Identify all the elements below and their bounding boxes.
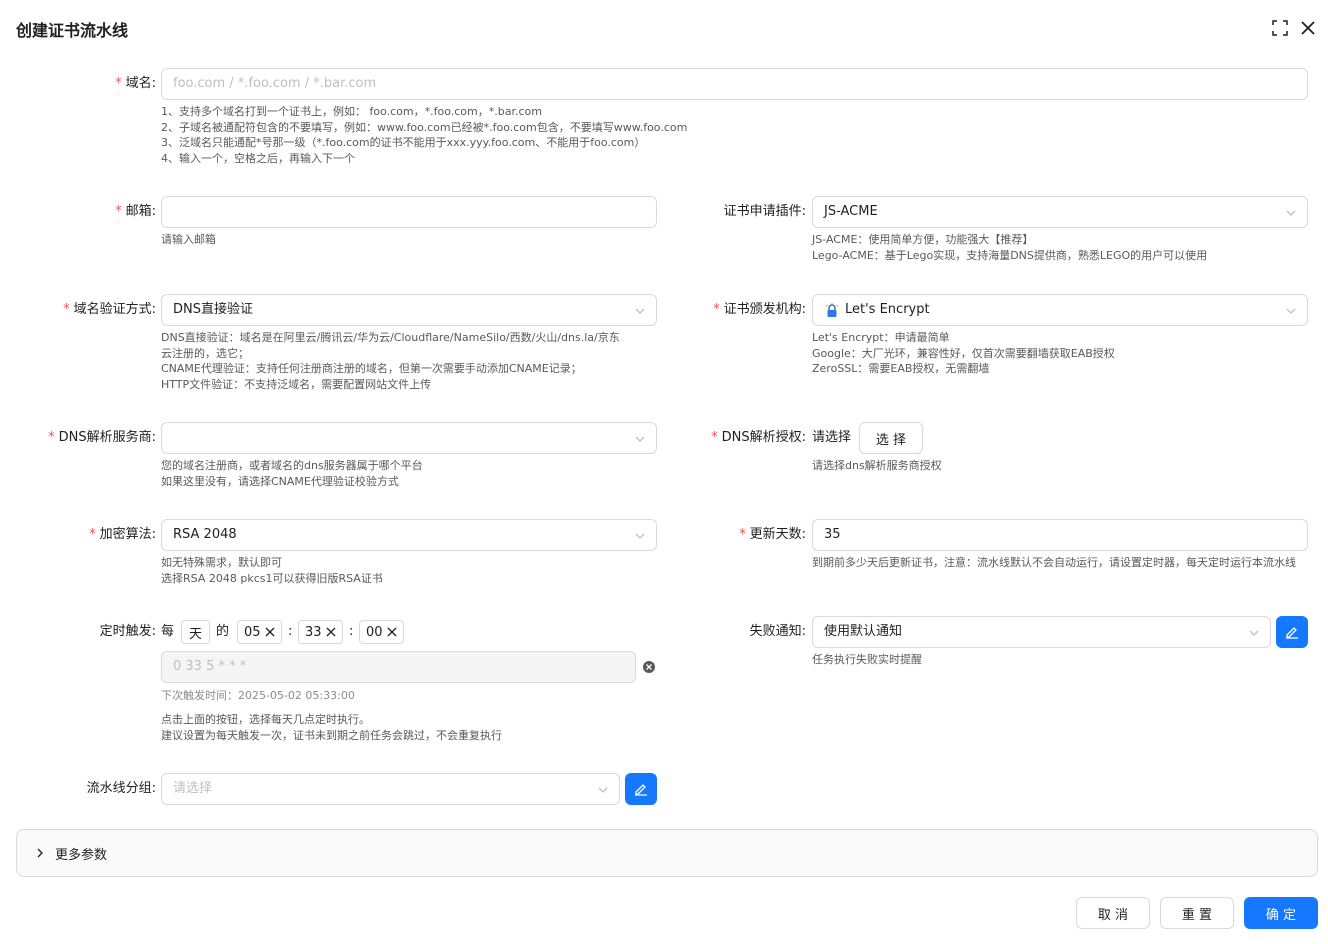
schedule-of: 的 — [216, 624, 230, 639]
renew-help: 到期前多少天后更新证书，注意：流水线默认不会自动运行，请设置定时器，每天定时运行… — [812, 556, 1296, 569]
group-select-placeholder: 请选择 — [173, 781, 213, 796]
email-help: 请输入邮箱 — [161, 233, 216, 246]
edit-notify-button[interactable] — [1276, 616, 1308, 648]
next-trigger-text: 下次触发时间：2025-05-02 05:33:00 — [161, 689, 355, 702]
chevron-down-icon — [598, 787, 608, 793]
email-label: * 邮箱: — [115, 204, 156, 219]
algo-label: * 加密算法: — [89, 527, 156, 542]
plugin-select-value: JS-ACME — [824, 204, 878, 219]
cancel-button[interactable]: 取 消 — [1076, 897, 1150, 929]
schedule-label: 定时触发: — [99, 624, 156, 639]
email-field[interactable] — [161, 196, 657, 228]
algo-select[interactable]: RSA 2048 — [161, 519, 657, 551]
ca-help: Let's Encrypt：申请最简单 Google：大厂光环，兼容性好，仅首次… — [812, 331, 1115, 375]
verify-select[interactable]: DNS直接验证 — [161, 294, 657, 326]
schedule-help: 点击上面的按钮，选择每天几点定时执行。 建议设置为每天触发一次，证书未到期之前任… — [161, 713, 502, 742]
notify-select-value: 使用默认通知 — [824, 624, 903, 639]
domain-help: 1、支持多个域名打到一个证书上，例如： foo.com，*.foo.com，*.… — [161, 105, 688, 165]
plugin-label: 证书申请插件: — [723, 204, 806, 219]
schedule-unit-tag[interactable]: 天 — [181, 620, 210, 644]
dns-auth-select-button[interactable]: 选 择 — [859, 422, 923, 454]
close-icon[interactable] — [326, 627, 336, 637]
verify-select-value: DNS直接验证 — [173, 302, 253, 317]
schedule-hour-tag[interactable]: 05 — [237, 620, 282, 644]
close-icon[interactable] — [265, 627, 275, 637]
edit-group-button[interactable] — [625, 773, 657, 805]
chevron-down-icon — [1286, 308, 1296, 314]
chevron-down-icon — [635, 436, 645, 442]
schedule-minute-tag[interactable]: 33 — [298, 620, 343, 644]
more-params-label: 更多参数 — [55, 847, 108, 863]
notify-label: 失败通知: — [749, 624, 806, 639]
verify-label: * 域名验证方式: — [63, 302, 156, 317]
fullscreen-icon[interactable] — [1270, 18, 1290, 38]
renew-days-input[interactable]: 35 — [812, 519, 1308, 551]
more-params-collapse[interactable]: 更多参数 — [16, 829, 1318, 877]
close-icon[interactable] — [1298, 18, 1318, 38]
renew-label: * 更新天数: — [739, 527, 806, 542]
dns-provider-select[interactable] — [161, 422, 657, 454]
schedule-second-value: 00 — [366, 624, 383, 640]
algo-select-value: RSA 2048 — [173, 527, 237, 542]
plugin-help: JS-ACME：使用简单方便，功能强大【推荐】 Lego-ACME：基于Lego… — [812, 233, 1208, 262]
verify-help: DNS直接验证：域名是在阿里云/腾讯云/华为云/Cloudflare/NameS… — [161, 331, 620, 391]
notify-select[interactable]: 使用默认通知 — [812, 616, 1271, 648]
group-select[interactable]: 请选择 — [161, 773, 620, 805]
chevron-down-icon — [1249, 630, 1259, 636]
group-label: 流水线分组: — [86, 781, 156, 796]
schedule-every: 每 — [161, 624, 175, 639]
chevron-down-icon — [635, 533, 645, 539]
ca-select[interactable]: Let's Encrypt — [812, 294, 1308, 326]
dns-auth-value: 请选择 — [812, 430, 852, 445]
edit-icon — [635, 784, 647, 796]
algo-help: 如无特殊需求，默认即可 选择RSA 2048 pkcs1可以获得旧版RSA证书 — [161, 556, 383, 585]
schedule-hour-value: 05 — [244, 624, 261, 640]
domain-label: * 域名: — [115, 76, 156, 91]
schedule-minute-value: 33 — [305, 624, 322, 640]
dns-auth-label: * DNS解析授权: — [711, 430, 806, 445]
reset-button[interactable]: 重 置 — [1160, 897, 1234, 929]
schedule-sep-2: : — [349, 624, 354, 639]
confirm-button[interactable]: 确 定 — [1244, 897, 1318, 929]
plugin-select[interactable]: JS-ACME — [812, 196, 1308, 228]
dialog-title: 创建证书流水线 — [16, 21, 129, 40]
chevron-down-icon — [1286, 210, 1296, 216]
notify-help: 任务执行失败实时提醒 — [812, 653, 922, 666]
ca-select-value: Let's Encrypt — [845, 302, 930, 317]
domain-input[interactable]: foo.com / *.foo.com / *.bar.com — [161, 68, 1308, 100]
ca-label: * 证书颁发机构: — [713, 302, 806, 317]
schedule-second-tag[interactable]: 00 — [359, 620, 404, 644]
edit-icon — [1286, 627, 1298, 639]
cron-input: 0 33 5 * * * — [161, 651, 636, 683]
chevron-down-icon — [635, 308, 645, 314]
close-icon[interactable] — [387, 627, 397, 637]
clear-cron-icon[interactable] — [642, 660, 656, 674]
dns-auth-help: 请选择dns解析服务商授权 — [812, 459, 942, 472]
letsencrypt-logo-icon — [825, 303, 839, 317]
dns-provider-help: 您的域名注册商，或者域名的dns服务器属于哪个平台 如果这里没有，请选择CNAM… — [161, 459, 423, 488]
chevron-right-icon — [37, 848, 43, 858]
schedule-sep-1: : — [288, 624, 293, 639]
dns-provider-label: * DNS解析服务商: — [48, 430, 156, 445]
